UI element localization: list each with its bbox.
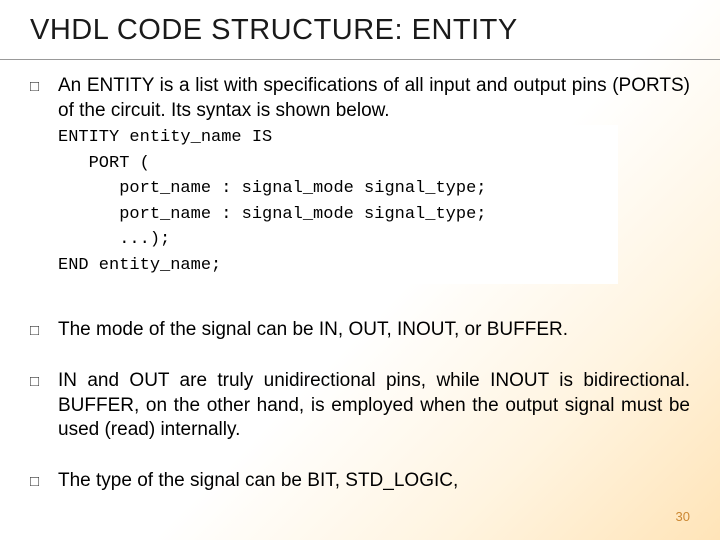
code-block: ENTITY entity_name IS PORT ( port_name :…	[58, 125, 618, 284]
slide-title: VHDL CODE STRUCTURE: ENTITY	[30, 14, 690, 47]
bullet-text-2: The mode of the signal can be IN, OUT, I…	[58, 318, 690, 343]
bullet-text-4: The type of the signal can be BIT, STD_L…	[58, 469, 690, 494]
bullet-marker: □	[30, 369, 58, 443]
bullet-body: An ENTITY is a list with specifications …	[58, 74, 690, 292]
bullet-item-1: □ An ENTITY is a list with specification…	[30, 74, 690, 292]
bullet-text-1: An ENTITY is a list with specifications …	[58, 74, 690, 123]
bullet-marker: □	[30, 318, 58, 343]
bullet-marker: □	[30, 469, 58, 494]
bullet-marker: □	[30, 74, 58, 292]
bullet-item-2: □ The mode of the signal can be IN, OUT,…	[30, 318, 690, 343]
bullet-text-3: IN and OUT are truly unidirectional pins…	[58, 369, 690, 443]
slide-number: 30	[676, 509, 690, 524]
title-underline	[0, 59, 720, 60]
bullet-item-3: □ IN and OUT are truly unidirectional pi…	[30, 369, 690, 443]
bullet-item-4: □ The type of the signal can be BIT, STD…	[30, 469, 690, 494]
